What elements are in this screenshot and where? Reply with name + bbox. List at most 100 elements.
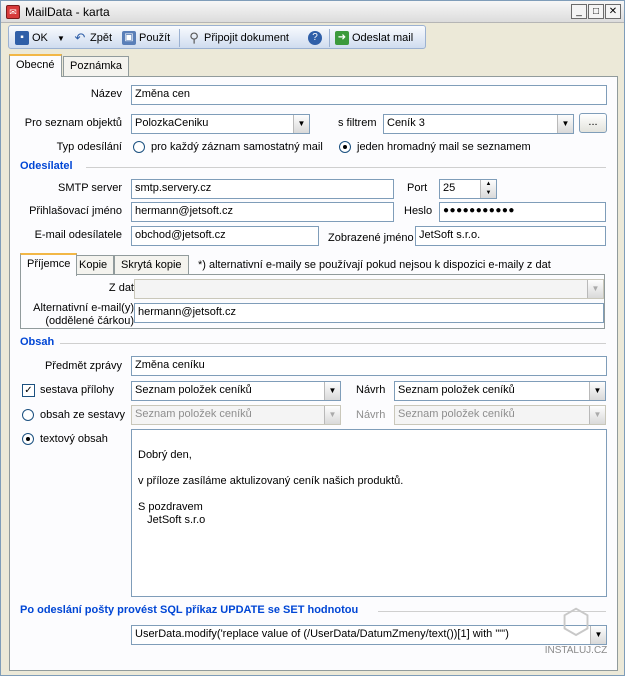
- title-bar[interactable]: ✉ MailData - karta _ □ ✕: [1, 1, 624, 23]
- toolbar: ▪ OK ▼ ↶ Zpět ▣ Použít ⚲ Připojit dokument ?…: [8, 25, 426, 49]
- login-label: Přihlašovací jméno: [29, 205, 122, 217]
- minimize-button[interactable]: _: [571, 4, 587, 19]
- tab-recipient[interactable]: Příjemce: [20, 253, 78, 276]
- watermark-text: INSTALUJ.CZ: [544, 645, 608, 656]
- chevron-down-icon[interactable]: ▼: [324, 382, 340, 400]
- report-design-value: Seznam položek ceníků: [398, 408, 515, 420]
- body-line: JetSoft s.r.o: [138, 514, 206, 526]
- send-label: Odeslat mail: [352, 32, 414, 44]
- name-field[interactable]: Změna cen: [131, 85, 607, 105]
- ok-button[interactable]: ▪ OK ▼: [15, 30, 65, 46]
- report-content-radio[interactable]: [22, 409, 34, 421]
- content-section-title: Obsah: [20, 336, 55, 348]
- send-type-label: Typ odesílání: [56, 141, 122, 153]
- chevron-down-icon[interactable]: ▼: [589, 382, 605, 400]
- port-label: Port: [407, 182, 428, 194]
- close-button[interactable]: ✕: [605, 4, 621, 19]
- report-design-label: Návrh: [356, 409, 386, 421]
- tab-blind-copy[interactable]: Skrytá kopie: [114, 255, 189, 276]
- attachment-checkbox[interactable]: ✓: [22, 384, 35, 397]
- design-select[interactable]: Seznam položek ceníků ▼: [394, 381, 606, 401]
- send-type-radio-each[interactable]: [133, 141, 145, 153]
- subject-label: Předmět zprávy: [44, 360, 122, 372]
- filter-more-button[interactable]: ...: [579, 113, 607, 133]
- send-type-bulk-label: jeden hromadný mail se seznamem: [357, 141, 531, 153]
- chevron-down-icon[interactable]: ▼: [293, 115, 309, 133]
- send-mail-icon: ➜: [335, 31, 349, 46]
- send-type-each-label: pro každý záznam samostatný mail: [151, 141, 323, 153]
- tab-general[interactable]: Obecné: [9, 54, 62, 77]
- attachment-report-value: Seznam položek ceníků: [135, 384, 252, 396]
- send-type-radio-bulk[interactable]: [339, 141, 351, 153]
- body-line: [138, 488, 600, 501]
- tab-copy[interactable]: Kopie: [72, 255, 115, 276]
- report-design-select[interactable]: Seznam položek ceníků ▼: [394, 405, 606, 425]
- window-title: MailData - karta: [25, 5, 110, 19]
- sql-command-value: UserData.modify('replace value of (/User…: [135, 628, 509, 640]
- undo-icon: ↶: [74, 30, 86, 46]
- attachment-label: sestava přílohy: [40, 384, 114, 396]
- alt-email-field[interactable]: hermann@jetsoft.cz: [134, 303, 604, 323]
- name-label: Název: [90, 88, 122, 100]
- password-label: Heslo: [404, 205, 433, 217]
- from-data-label: Z dat: [108, 282, 134, 294]
- app-icon: ✉: [6, 5, 20, 19]
- from-data-select[interactable]: ▼: [134, 279, 604, 299]
- alt-email-hint: (oddělené čárkou): [45, 315, 134, 327]
- attach-document-button[interactable]: ⚲ Připojit dokument: [187, 30, 289, 46]
- port-value: 25: [443, 182, 456, 194]
- send-mail-button[interactable]: ➜ Odeslat mail: [335, 30, 413, 46]
- apply-button[interactable]: ▣ Použít: [122, 30, 170, 46]
- smtp-field[interactable]: smtp.servery.cz: [131, 179, 394, 199]
- sender-email-field[interactable]: obchod@jetsoft.cz: [131, 226, 319, 246]
- attach-label: Připojit dokument: [204, 32, 289, 44]
- object-list-value: PolozkaCeniku: [135, 117, 209, 129]
- filter-label: s filtrem: [338, 117, 377, 129]
- help-icon: ?: [308, 31, 322, 46]
- body-line: [138, 462, 600, 475]
- chevron-down-icon[interactable]: ▼: [557, 115, 573, 133]
- watermark-icon: ⬡: [561, 603, 591, 641]
- toolbar-separator: [179, 29, 180, 47]
- recipient-tab-page: Z dat ▼ Alternativní e-mail(y) (oddělené…: [20, 274, 605, 329]
- ok-label: OK: [32, 32, 48, 44]
- login-field[interactable]: hermann@jetsoft.cz: [131, 202, 394, 222]
- chevron-down-icon[interactable]: ▼: [324, 406, 340, 424]
- attachment-report-select[interactable]: Seznam položek ceníků ▼: [131, 381, 341, 401]
- back-button[interactable]: ↶ Zpět: [73, 30, 112, 46]
- general-tab-page: Název Změna cen Pro seznam objektů Poloz…: [9, 76, 618, 671]
- text-content-radio[interactable]: [22, 433, 34, 445]
- sender-divider: [86, 167, 606, 168]
- filter-select[interactable]: Ceník 3 ▼: [383, 114, 574, 134]
- sender-email-label: E-mail odesílatele: [34, 229, 122, 241]
- save-icon: ▪: [15, 31, 29, 46]
- filter-value: Ceník 3: [387, 117, 425, 129]
- apply-icon: ▣: [122, 31, 136, 46]
- port-stepper[interactable]: 25 ▲ ▼: [439, 179, 497, 199]
- report-content-value: Seznam položek ceníků: [135, 408, 252, 420]
- help-button[interactable]: ?: [308, 30, 325, 46]
- tab-note[interactable]: Poznámka: [63, 56, 129, 77]
- design-value: Seznam položek ceníků: [398, 384, 515, 396]
- sql-section-title: Po odeslání pošty provést SQL příkaz UPD…: [20, 604, 359, 616]
- ok-dropdown-icon[interactable]: ▼: [57, 34, 65, 43]
- body-line: Dobrý den,: [138, 449, 192, 461]
- report-content-label: obsah ze sestavy: [40, 409, 125, 421]
- object-list-select[interactable]: PolozkaCeniku ▼: [131, 114, 310, 134]
- mail-data-window: ✉ MailData - karta _ □ ✕ ▪ OK ▼ ↶ Zpět ▣ Po…: [0, 0, 625, 676]
- object-list-label: Pro seznam objektů: [24, 117, 122, 129]
- watermark-logo: ⬡ INSTALUJ.CZ: [536, 599, 616, 665]
- report-content-select[interactable]: Seznam položek ceníků ▼: [131, 405, 341, 425]
- alternative-email-note: *) alternativní e-maily se používají pok…: [198, 259, 551, 271]
- body-line: v příloze zasíláme aktulizovaný ceník na…: [138, 475, 404, 487]
- message-body-textarea[interactable]: Dobrý den, v příloze zasíláme aktulizova…: [131, 429, 607, 597]
- maximize-button[interactable]: □: [588, 4, 604, 19]
- sender-section-title: Odesílatel: [20, 160, 73, 172]
- chevron-down-icon[interactable]: ▼: [587, 280, 603, 298]
- stepper-arrows-icon[interactable]: ▲ ▼: [480, 180, 496, 198]
- password-field[interactable]: ●●●●●●●●●●●: [439, 202, 606, 222]
- subject-field[interactable]: Změna ceníku: [131, 356, 607, 376]
- body-line: [138, 436, 600, 449]
- chevron-down-icon[interactable]: ▼: [589, 406, 605, 424]
- display-name-field[interactable]: JetSoft s.r.o.: [415, 226, 606, 246]
